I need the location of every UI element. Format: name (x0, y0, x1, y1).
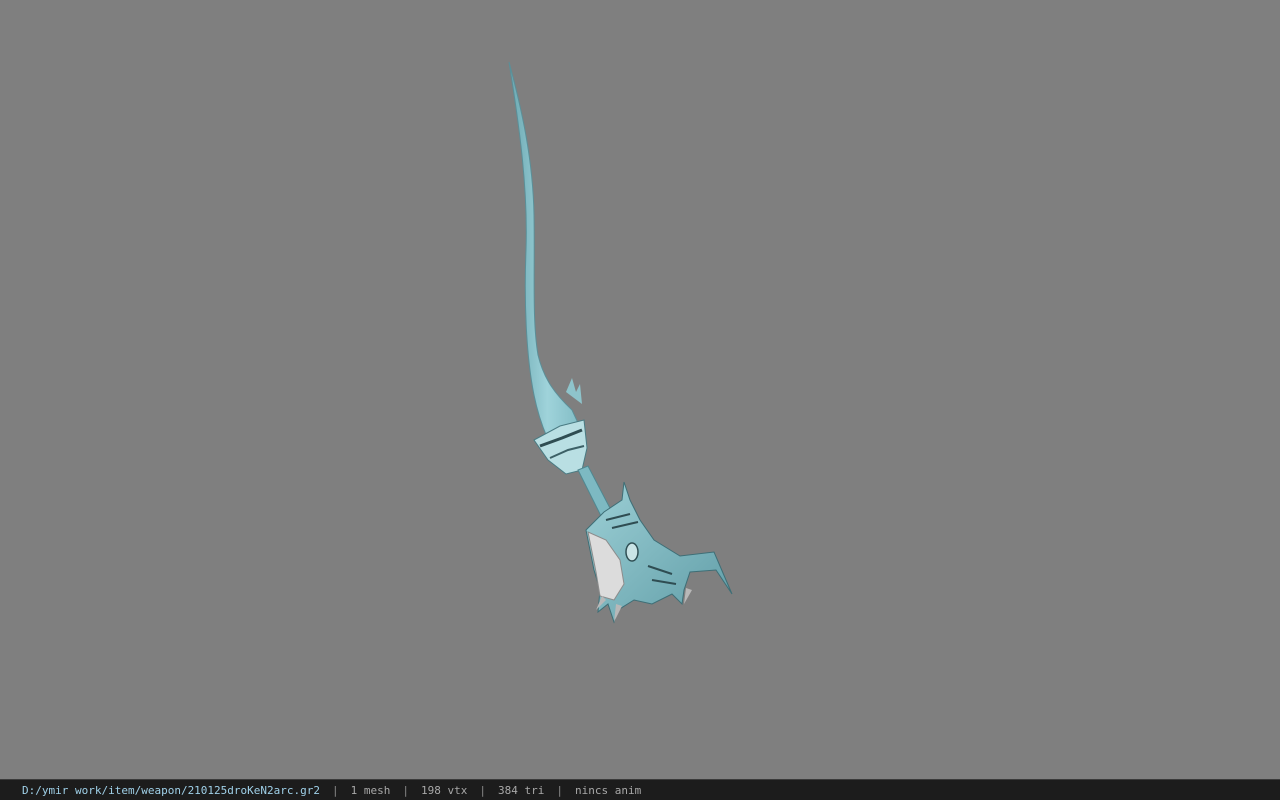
status-separator: | (332, 783, 339, 797)
file-path-label: D:/ymir work/item/weapon/210125droKeN2ar… (22, 783, 321, 797)
3d-viewport[interactable] (0, 0, 1280, 779)
pommel-eye (625, 542, 639, 562)
status-separator: | (402, 783, 410, 797)
status-separator: | (556, 783, 563, 797)
status-separator: | (479, 783, 486, 797)
weapon-model-render (508, 61, 733, 624)
mesh-count-label: 1 mesh (350, 783, 391, 797)
guard-spikes (566, 378, 582, 404)
vertex-count-label: 198 vtx (421, 783, 468, 797)
animation-label: nincs anim (574, 783, 642, 797)
blade-shape (508, 61, 587, 473)
triangle-count-label: 384 tri (498, 783, 545, 797)
status-bar: D:/ymir work/item/weapon/210125droKeN2ar… (0, 779, 1280, 800)
